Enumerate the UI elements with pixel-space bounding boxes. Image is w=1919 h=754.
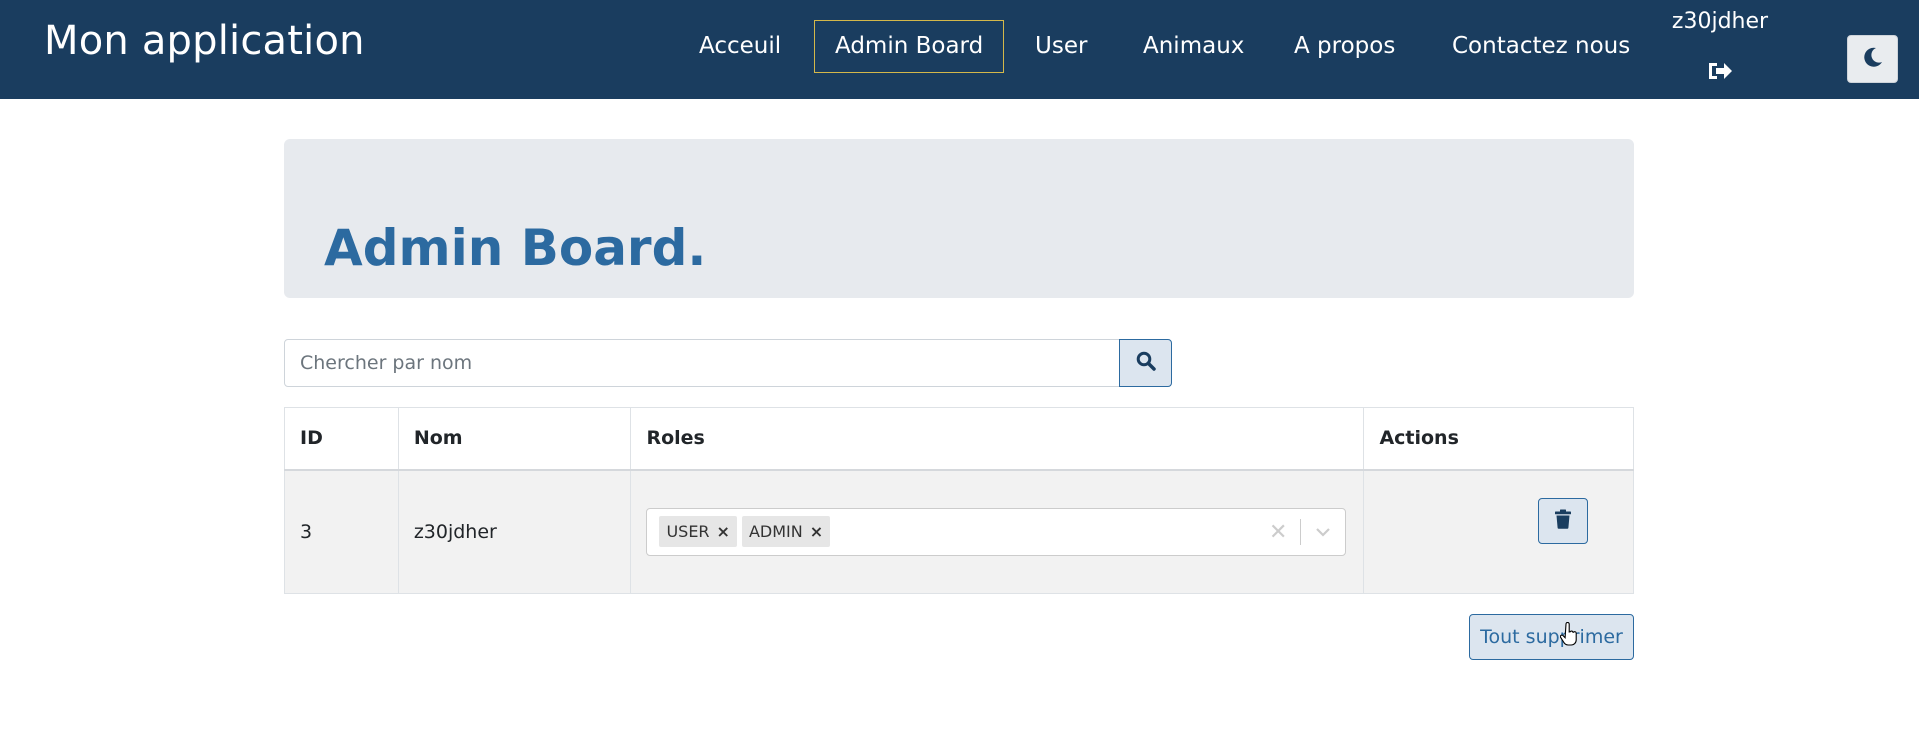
delete-user-button[interactable] xyxy=(1538,498,1588,544)
nav-link-animaux[interactable]: Animaux xyxy=(1123,20,1264,73)
nav-link-contactez-nous[interactable]: Contactez nous xyxy=(1432,20,1650,73)
cell-roles: USER × ADMIN × ✕ xyxy=(630,469,1365,594)
table-header-row: ID Nom Roles Actions xyxy=(284,407,1634,471)
nav-link-a-propos[interactable]: A propos xyxy=(1274,20,1415,73)
cell-nom: z30jdher xyxy=(397,469,632,594)
header-id: ID xyxy=(284,407,399,471)
header-actions: Actions xyxy=(1363,407,1634,471)
sign-out-icon[interactable] xyxy=(1707,60,1733,82)
header-roles: Roles xyxy=(630,407,1365,471)
remove-role-icon[interactable]: × xyxy=(713,522,737,541)
roles-multiselect[interactable]: USER × ADMIN × ✕ xyxy=(646,507,1347,556)
page-title: Admin Board. xyxy=(324,219,707,277)
moon-icon xyxy=(1862,46,1884,72)
users-table: ID Nom Roles Actions 3 z30jdher USER × A… xyxy=(284,407,1634,594)
role-chip-admin: ADMIN × xyxy=(741,516,831,548)
nav-link-user[interactable]: User xyxy=(1015,20,1107,73)
role-chip-user: USER × xyxy=(659,516,737,548)
clear-icon[interactable]: ✕ xyxy=(1269,520,1287,545)
nav-link-admin-board[interactable]: Admin Board xyxy=(814,20,1005,73)
user-menu: z30jdher xyxy=(1660,6,1780,86)
chevron-down-icon[interactable] xyxy=(1313,522,1333,542)
table-row: 3 z30jdher USER × ADMIN × ✕ xyxy=(284,469,1634,594)
search-input[interactable] xyxy=(284,339,1120,387)
trash-icon xyxy=(1554,509,1572,533)
nav-menu: Acceuil Admin Board User Animaux A propo… xyxy=(0,0,1919,99)
cell-actions xyxy=(1363,469,1634,594)
page-header: Admin Board. xyxy=(284,139,1634,298)
delete-all-button[interactable]: Tout supprimer xyxy=(1469,614,1634,660)
theme-toggle-button[interactable] xyxy=(1847,35,1898,83)
navbar: Mon application Acceuil Admin Board User… xyxy=(0,0,1919,99)
cell-id: 3 xyxy=(284,469,399,594)
role-chip-label: ADMIN xyxy=(748,522,803,542)
username-label[interactable]: z30jdher xyxy=(1660,6,1780,38)
search-button[interactable] xyxy=(1119,339,1172,387)
indicator-separator xyxy=(1300,518,1302,545)
role-chip-label: USER xyxy=(666,522,710,542)
header-nom: Nom xyxy=(397,407,632,471)
search-icon xyxy=(1136,351,1156,375)
hand-pointer-icon xyxy=(1559,621,1578,648)
nav-link-acceuil[interactable]: Acceuil xyxy=(679,20,801,73)
remove-role-icon[interactable]: × xyxy=(806,522,830,541)
